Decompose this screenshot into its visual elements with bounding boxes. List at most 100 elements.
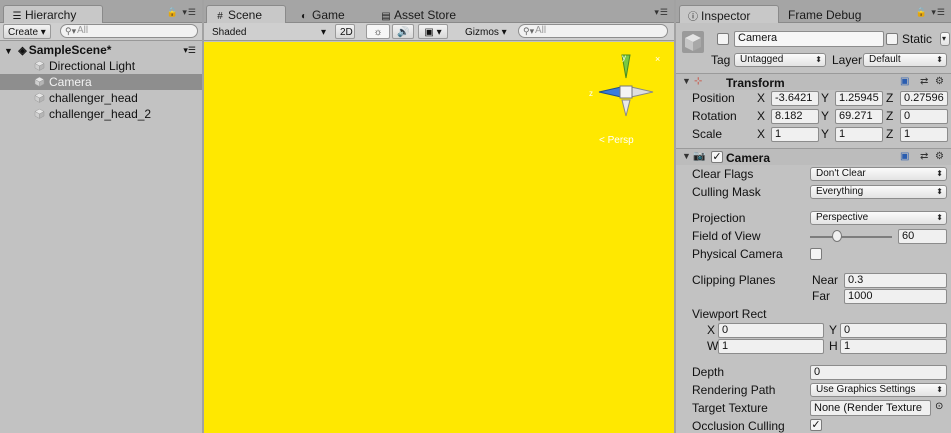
position-x-axis-label[interactable]: X	[757, 91, 765, 105]
gear-icon[interactable]: ⚙	[935, 76, 944, 87]
static-checkbox[interactable]	[886, 33, 898, 45]
transform-title: Transform	[726, 76, 785, 90]
effects-toggle-button[interactable]: ▣ ▾	[418, 24, 448, 39]
field-of-view-label: Field of View	[692, 229, 761, 243]
transform-component-header[interactable]: ▼ ⊹ Transform ▣ ⇄ ⚙	[676, 73, 951, 90]
scene-panel: # Scene ◐ Game ▤ Asset Store ▾☰ Shaded ▾ 2D …	[204, 0, 674, 433]
rotation-z-field[interactable]: 0	[900, 109, 948, 124]
panel-menu-icon[interactable]: 🔒 ▾☰	[167, 7, 197, 18]
physical-camera-checkbox[interactable]	[810, 248, 822, 260]
rotation-z-axis-label[interactable]: Z	[886, 109, 893, 123]
vr-x-label: X	[707, 323, 716, 337]
gizmo-center-cube[interactable]	[619, 85, 633, 99]
rotation-x-axis-label[interactable]: X	[757, 109, 765, 123]
fov-value-field[interactable]: 60	[898, 229, 947, 244]
tab-asset-store[interactable]: ▤ Asset Store	[372, 5, 465, 23]
help-icon[interactable]: ▣	[900, 76, 909, 87]
tab-game[interactable]: ◐ Game	[290, 5, 354, 23]
position-x-field[interactable]: -3.6421	[771, 91, 819, 106]
gizmos-dropdown[interactable]: Gizmos ▾	[460, 24, 510, 39]
tab-frame-debug[interactable]: Frame Debug	[779, 5, 870, 23]
chevron-down-icon: ▾	[320, 27, 326, 38]
camera-enabled-checkbox[interactable]: ✓	[711, 151, 723, 163]
projection-label: Projection	[692, 211, 746, 225]
position-z-field[interactable]: 0.27596	[900, 91, 948, 106]
object-picker-icon[interactable]: ⊙	[935, 401, 943, 412]
fov-slider-thumb[interactable]	[832, 230, 843, 242]
rotation-x-field[interactable]: 8.182	[771, 109, 819, 124]
culling-mask-dropdown[interactable]: Everything ⬍	[810, 185, 947, 199]
gizmo-z-cone[interactable]	[598, 86, 622, 98]
gameobject-name-field[interactable]: Camera	[734, 31, 884, 47]
scene-panel-menu-icon[interactable]: ▾☰	[654, 7, 669, 18]
clear-flags-dropdown[interactable]: Don't Clear ⬍	[810, 167, 947, 181]
scale-x-axis-label[interactable]: X	[757, 127, 765, 141]
gizmo-y-label: y	[622, 53, 626, 62]
gizmo-neg-x-cone[interactable]	[630, 86, 654, 98]
hierarchy-search-input[interactable]: ⚲▾ All	[60, 24, 198, 38]
viewport-h-field[interactable]: 1	[840, 339, 947, 354]
hierarchy-item[interactable]: challenger_head_2	[0, 106, 202, 122]
tag-dropdown[interactable]: Untagged ⬍	[734, 53, 826, 67]
hierarchy-item-label: challenger_head	[49, 91, 138, 105]
scale-z-axis-label[interactable]: Z	[886, 127, 893, 141]
create-button[interactable]: Create ▾	[3, 24, 51, 39]
rotation-y-axis-label[interactable]: Y	[821, 109, 829, 123]
audio-toggle-button[interactable]: 🔊	[392, 24, 414, 39]
rotation-y-field[interactable]: 69.271	[835, 109, 883, 124]
static-dropdown[interactable]: ▾	[940, 32, 950, 46]
far-field[interactable]: 1000	[844, 289, 947, 304]
scene-menu-icon[interactable]: ▾☰	[183, 42, 196, 58]
tab-scene[interactable]: # Scene	[206, 5, 286, 23]
expand-arrow-icon[interactable]: ▼	[682, 151, 691, 161]
scale-x-field[interactable]: 1	[771, 127, 819, 142]
store-icon: ▤	[381, 11, 391, 22]
help-icon[interactable]: ▣	[900, 151, 909, 162]
shading-mode-select[interactable]: Shaded ▾	[207, 24, 330, 39]
scene-search-input[interactable]: ⚲▾ All	[518, 24, 668, 38]
occlusion-culling-checkbox[interactable]: ✓	[810, 419, 822, 431]
rendering-path-dropdown[interactable]: Use Graphics Settings ⬍	[810, 383, 947, 397]
viewport-w-field[interactable]: 1	[718, 339, 824, 354]
chevron-down-icon: ▾	[941, 34, 946, 43]
near-field[interactable]: 0.3	[844, 273, 947, 288]
gameobject-cube-icon	[34, 75, 45, 87]
scale-y-axis-label[interactable]: Y	[821, 127, 829, 141]
gizmo-persp-label[interactable]: < Persp	[599, 135, 634, 146]
gameobject-active-checkbox[interactable]	[717, 33, 729, 45]
list-icon: ☰	[12, 11, 22, 22]
gizmo-neg-y-cone[interactable]	[621, 99, 631, 117]
layer-dropdown[interactable]: Default ⬍	[863, 53, 947, 67]
preset-icon[interactable]: ⇄	[920, 76, 928, 87]
scene-viewport[interactable]: y z × < Persp	[204, 42, 674, 433]
hierarchy-item[interactable]: challenger_head	[0, 90, 202, 106]
tab-inspector[interactable]: ⓘ Inspector	[679, 5, 779, 23]
expand-arrow-icon[interactable]: ▼	[682, 76, 691, 86]
far-label: Far	[812, 289, 830, 303]
hierarchy-item[interactable]: Camera	[0, 74, 202, 90]
position-y-axis-label[interactable]: Y	[821, 91, 829, 105]
viewport-y-field[interactable]: 0	[840, 323, 947, 338]
preset-icon[interactable]: ⇄	[920, 151, 928, 162]
projection-dropdown[interactable]: Perspective ⬍	[810, 211, 947, 225]
target-texture-field[interactable]: None (Render Texture	[810, 400, 931, 416]
position-y-field[interactable]: 1.25945	[835, 91, 883, 106]
hierarchy-panel: ☰ Hierarchy 🔒 ▾☰ Create ▾ ⚲▾ All ▼ ◈ Sample…	[0, 0, 202, 433]
inspector-menu-icon[interactable]: 🔒 ▾☰	[916, 7, 946, 18]
inspector-panel: ⓘ Inspector Frame Debug 🔒 ▾☰ Camera Stati…	[676, 0, 951, 433]
depth-field[interactable]: 0	[810, 365, 947, 380]
lighting-toggle-button[interactable]: ☼	[366, 24, 390, 39]
scale-y-field[interactable]: 1	[835, 127, 883, 142]
scale-z-field[interactable]: 1	[900, 127, 948, 142]
gear-icon[interactable]: ⚙	[935, 151, 944, 162]
viewport-x-field[interactable]: 0	[718, 323, 824, 338]
fov-slider-track[interactable]	[810, 236, 892, 238]
2d-toggle-button[interactable]: 2D	[335, 24, 355, 39]
camera-component-header[interactable]: ▼ 📷 ✓ Camera ▣ ⇄ ⚙	[676, 148, 951, 165]
tab-hierarchy[interactable]: ☰ Hierarchy	[3, 5, 103, 23]
scene-root-row[interactable]: ▼ ◈ SampleScene* ▾☰	[0, 42, 202, 58]
expand-arrow-icon[interactable]: ▼	[4, 46, 13, 56]
transform-axes-icon: ⊹	[694, 76, 703, 87]
hierarchy-item[interactable]: Directional Light	[0, 58, 202, 74]
position-z-axis-label[interactable]: Z	[886, 91, 893, 105]
